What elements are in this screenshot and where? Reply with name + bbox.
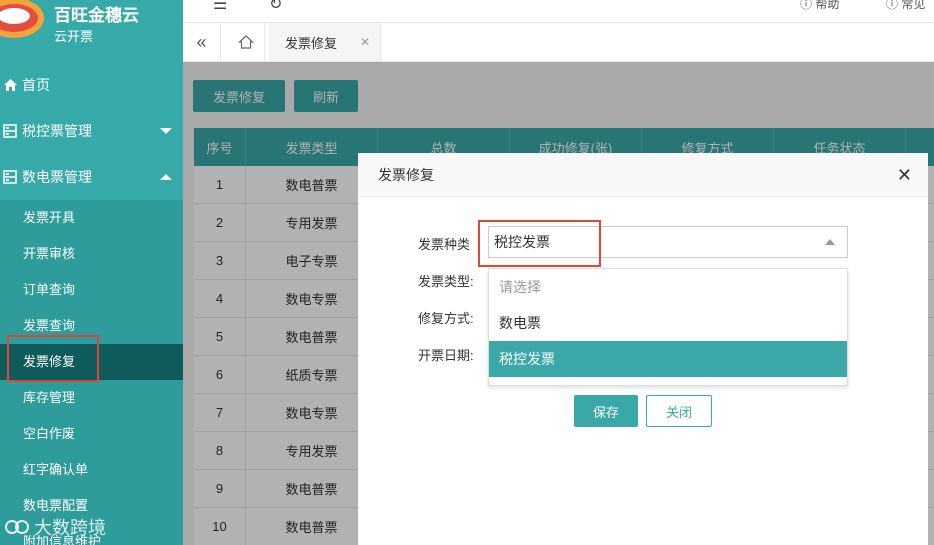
brand-subtitle: 云开票 [54, 29, 94, 44]
save-button[interactable]: 保存 [574, 395, 638, 427]
type-label: 发票类型: [418, 274, 474, 289]
invoice-kind-dropdown: 请选择 数电票 税控发票 [488, 268, 848, 386]
brand: 百旺金穗云 云开票 [0, 0, 183, 62]
close-button[interactable]: 关闭 [646, 395, 712, 427]
home-outline-icon [237, 35, 254, 49]
chevron-down-icon [160, 128, 172, 134]
sidebar-item-digital[interactable]: 数电票管理 [0, 155, 183, 199]
home-icon [0, 78, 22, 92]
tab-bar: « 发票修复 ✕ [183, 22, 934, 62]
grid-icon [0, 170, 22, 184]
sidebar-item-home[interactable]: 首页 [0, 63, 183, 107]
help-link[interactable]: ⓘ 帮助 [800, 0, 839, 12]
watermark-logo-icon [5, 520, 29, 534]
sidebar: 百旺金穗云 云开票 首页 税控票管理 数电票管理 发票开具 开票审核 订单查询 … [0, 0, 183, 545]
close-icon[interactable]: ✕ [360, 35, 370, 49]
top-bar: ☰ ↻ ⓘ 帮助 ⓘ 常见 [183, 0, 934, 22]
sidebar-item-red-confirm[interactable]: 红字确认单 [0, 452, 183, 488]
sidebar-item-inventory[interactable]: 库存管理 [0, 380, 183, 416]
repair-dialog: 发票修复 ✕ 发票种类 发票类型: 修复方式: 开票日期: 税控发票 请选择 数… [358, 153, 928, 545]
chevron-up-icon [160, 174, 172, 180]
tab-home-button[interactable] [227, 23, 265, 61]
dialog-title: 发票修复 [378, 166, 434, 183]
tab-scroll-left-button[interactable]: « [183, 23, 221, 61]
menu-fold-icon[interactable]: ☰ [213, 0, 227, 14]
help-label: 帮助 [815, 0, 840, 11]
chevron-up-icon [825, 239, 835, 245]
tab-invoice-repair[interactable]: 发票修复 ✕ [269, 23, 381, 61]
sidebar-item-label: 数电票管理 [22, 169, 92, 185]
highlight-box-nav [7, 335, 99, 382]
sidebar-item-order-query[interactable]: 订单查询 [0, 272, 183, 308]
tab-label: 发票修复 [285, 35, 338, 51]
brand-title: 百旺金穗云 [54, 6, 139, 25]
grid-icon [0, 124, 22, 138]
sidebar-item-issue[interactable]: 发票开具 [0, 200, 183, 236]
close-icon[interactable]: ✕ [897, 165, 912, 186]
sidebar-item-review[interactable]: 开票审核 [0, 236, 183, 272]
watermark-text: 大数跨境 [34, 518, 106, 538]
option-tax-control[interactable]: 税控发票 [489, 341, 847, 377]
highlight-box-select [478, 220, 601, 267]
sidebar-item-label: 首页 [22, 77, 50, 93]
sidebar-item-blank-void[interactable]: 空白作废 [0, 416, 183, 452]
sidebar-item-label: 税控票管理 [22, 123, 92, 139]
option-placeholder[interactable]: 请选择 [489, 269, 847, 305]
faq-label: 常见 [901, 0, 926, 11]
dialog-header: 发票修复 ✕ [358, 153, 928, 197]
sidebar-item-tax-control[interactable]: 税控票管理 [0, 109, 183, 153]
double-chevron-left-icon: « [196, 31, 207, 52]
refresh-icon[interactable]: ↻ [269, 0, 282, 14]
option-digital[interactable]: 数电票 [489, 305, 847, 341]
method-label: 修复方式: [418, 311, 474, 326]
brand-logo-icon [0, 0, 44, 38]
watermark: 大数跨境 [4, 514, 106, 540]
kind-label: 发票种类 [418, 237, 471, 252]
date-label: 开票日期: [418, 348, 474, 363]
faq-link[interactable]: ⓘ 常见 [886, 0, 925, 12]
